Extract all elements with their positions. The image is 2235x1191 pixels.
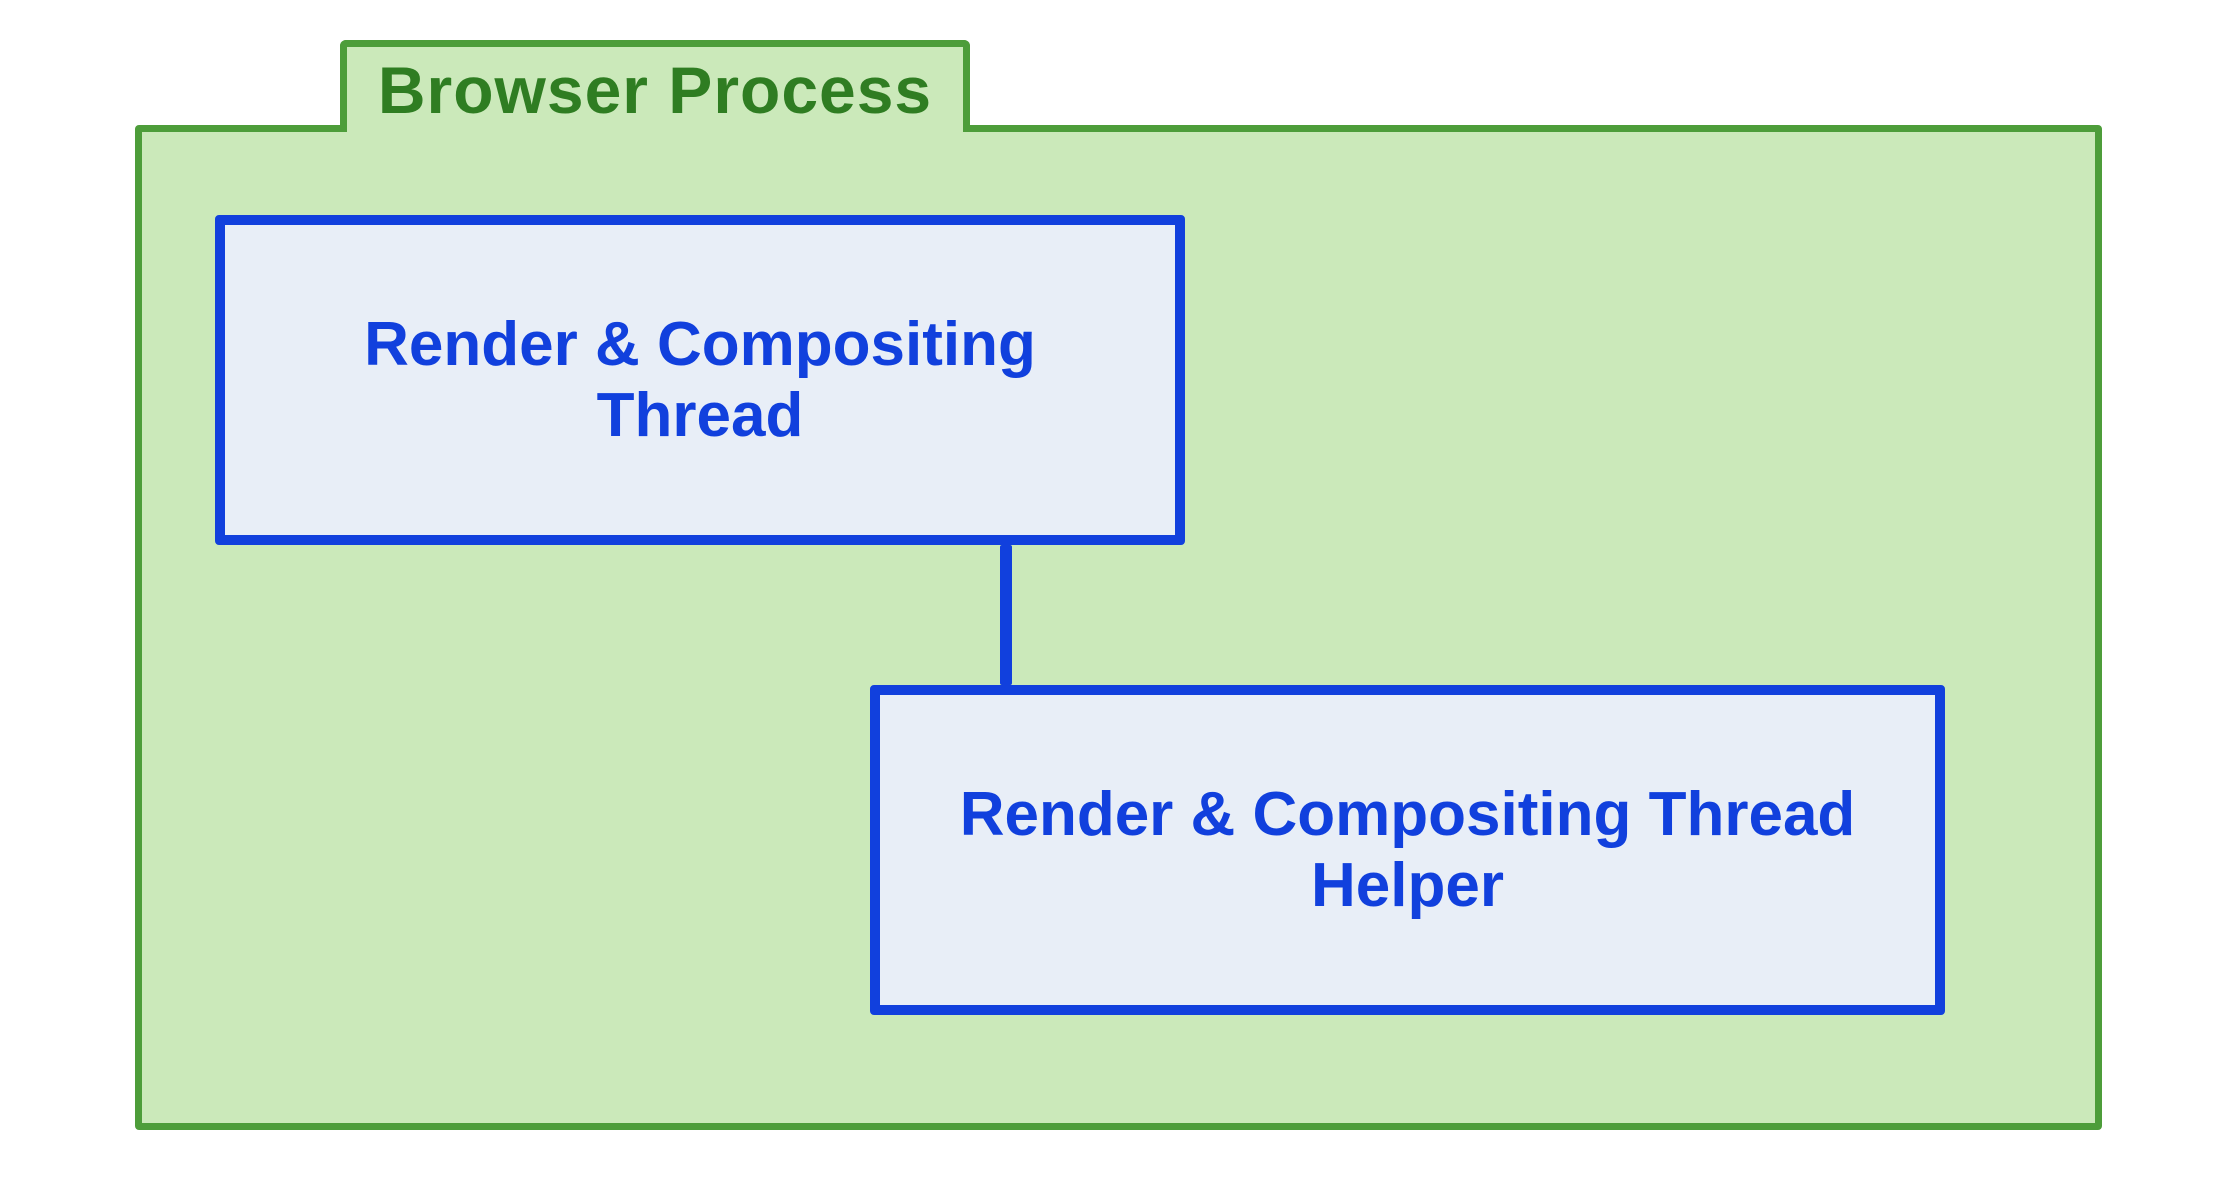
render-compositing-thread-label: Render & Compositing Thread: [255, 309, 1145, 452]
diagram-canvas: Browser Process Render & Compositing Thr…: [0, 0, 2235, 1191]
render-compositing-thread-helper-label: Render & Compositing Thread Helper: [910, 779, 1905, 922]
browser-process-label: Browser Process: [378, 52, 932, 128]
tab-border-mask: [347, 125, 963, 139]
render-compositing-thread-node: Render & Compositing Thread: [215, 215, 1185, 545]
browser-process-tab: Browser Process: [340, 40, 970, 132]
connector-line: [1000, 545, 1012, 685]
render-compositing-thread-helper-node: Render & Compositing Thread Helper: [870, 685, 1945, 1015]
